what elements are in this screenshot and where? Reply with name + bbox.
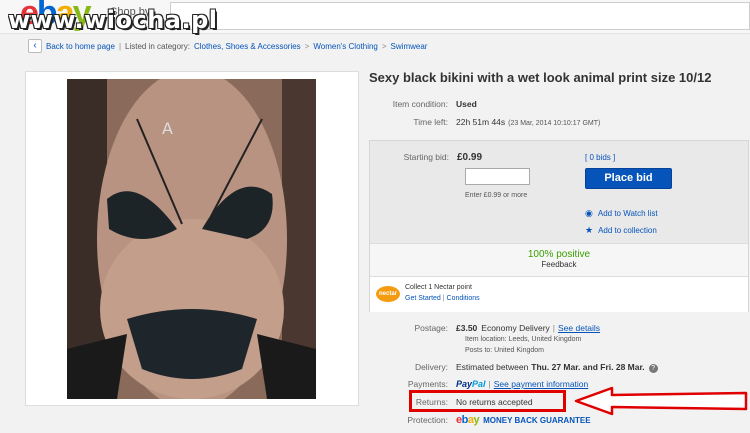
chevron-left-icon[interactable]: ‹ xyxy=(28,39,42,53)
eye-icon: ◉ xyxy=(585,208,593,218)
bid-box: Starting bid: £0.99 [ 0 bids ] Enter £0.… xyxy=(369,140,749,312)
back-to-home-link[interactable]: Back to home page xyxy=(46,42,115,51)
time-left-label: Time left: xyxy=(413,117,448,127)
time-left-value: 22h 51m 44s xyxy=(456,117,506,127)
postage-service: Economy Delivery xyxy=(481,323,550,333)
protection-row: Protection: ebay MONEY BACK GUARANTEE xyxy=(369,414,590,426)
item-photo[interactable]: A xyxy=(67,79,316,399)
breadcrumb-category-clothes[interactable]: Clothes, Shoes & Accessories xyxy=(194,42,301,51)
condition-value: Used xyxy=(456,99,477,109)
watch-list-link[interactable]: ◉ Add to Watch list xyxy=(585,208,658,219)
starting-bid-label: Starting bid: xyxy=(403,152,449,162)
postage-row: Postage: £3.50 Economy Delivery | See de… xyxy=(369,323,600,333)
delivery-range: Thu. 27 Mar. and Fri. 28 Mar. xyxy=(531,362,645,372)
star-icon: ★ xyxy=(585,225,594,235)
payments-row: Payments: PayPal | See payment informati… xyxy=(369,379,588,389)
place-bid-button[interactable]: Place bid xyxy=(585,168,672,189)
postage-price: £3.50 xyxy=(456,323,478,333)
time-left-date: (23 Mar, 2014 10:10:17 GMT) xyxy=(508,120,601,127)
item-title: Sexy black bikini with a wet look animal… xyxy=(369,70,712,85)
item-location: Item location: Leeds, United Kingdom xyxy=(465,336,582,343)
postage-label: Postage: xyxy=(414,323,448,333)
nectar-collect-text: Collect 1 Nectar point xyxy=(405,284,472,291)
nectar-conditions-link[interactable]: Conditions xyxy=(447,295,480,302)
delivery-label: Delivery: xyxy=(414,362,448,372)
breadcrumb-category-womens[interactable]: Women's Clothing xyxy=(313,42,378,51)
svg-text:A: A xyxy=(162,119,173,138)
listed-in-label: Listed in category: xyxy=(125,41,190,51)
watermark-text: www.wiocha.pl xyxy=(8,6,218,34)
annotation-arrow-icon xyxy=(574,386,748,416)
positive-feedback[interactable]: 100% positive xyxy=(370,249,748,260)
time-left-row: Time left: 22h 51m 44s (23 Mar, 2014 10:… xyxy=(369,117,600,127)
starting-bid-value: £0.99 xyxy=(457,152,483,163)
protection-label: Protection: xyxy=(407,415,448,425)
payments-label: Payments: xyxy=(407,379,448,389)
starting-bid-row: Starting bid: £0.99 xyxy=(370,152,482,163)
nectar-logo-icon: nectar xyxy=(376,286,400,302)
delivery-row: Delivery: Estimated between Thu. 27 Mar.… xyxy=(369,362,658,373)
paypal-logo: PayPal xyxy=(456,379,486,389)
bid-input-hint: Enter £0.99 or more xyxy=(465,192,528,199)
info-icon[interactable]: ? xyxy=(648,364,658,373)
feedback-label: Feedback xyxy=(541,260,577,269)
delivery-prefix: Estimated between xyxy=(456,362,529,372)
item-image-panel: A xyxy=(25,71,359,406)
condition-label: Item condition: xyxy=(392,99,448,109)
search-input[interactable] xyxy=(170,2,750,30)
bid-amount-input[interactable] xyxy=(465,168,530,185)
seller-feedback: 100% positive Feedback xyxy=(370,243,748,276)
add-to-collection-link[interactable]: ★ Add to collection xyxy=(585,225,657,236)
nectar-section: nectar Collect 1 Nectar point Get Starte… xyxy=(370,276,748,312)
annotation-highlight-box xyxy=(409,390,566,412)
money-back-guarantee[interactable]: MONEY BACK GUARANTEE xyxy=(483,416,590,425)
see-details-link[interactable]: See details xyxy=(558,323,600,333)
nectar-get-started-link[interactable]: Get Started xyxy=(405,295,441,302)
bids-count-link[interactable]: [ 0 bids ] xyxy=(585,153,615,162)
posts-to: Posts to: United Kingdom xyxy=(465,347,544,354)
breadcrumb: ‹ Back to home page | Listed in category… xyxy=(28,38,427,54)
condition-row: Item condition: Used xyxy=(369,99,477,109)
ebay-mini-logo: ebay xyxy=(456,414,480,426)
breadcrumb-category-swimwear[interactable]: Swimwear xyxy=(391,42,428,51)
